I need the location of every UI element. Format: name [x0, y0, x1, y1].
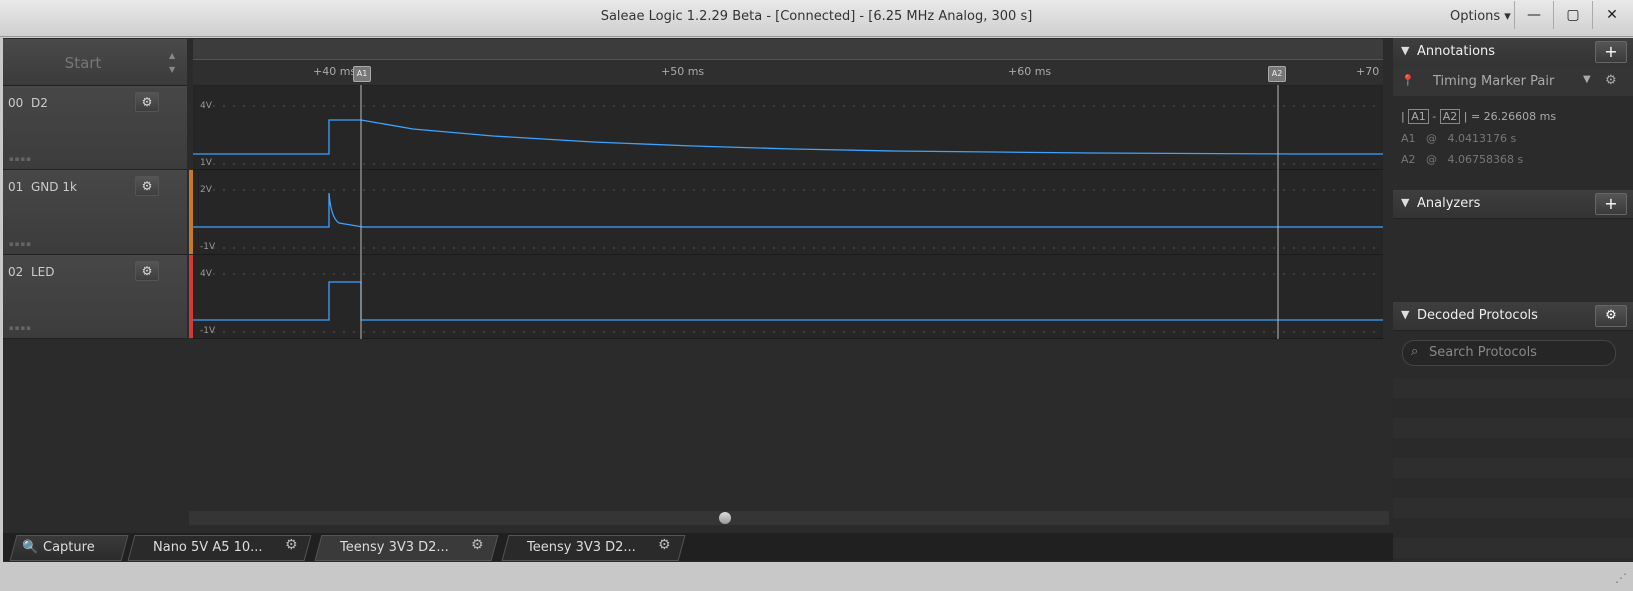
- channel-label-d2[interactable]: 00 D2 ⚙ ▪▪▪▪: [3, 86, 187, 170]
- drag-handle-icon[interactable]: ▪▪▪▪: [9, 324, 32, 332]
- tab-gear-icon[interactable]: ⚙: [285, 537, 298, 553]
- channel-label-led[interactable]: 02 LED ⚙ ▪▪▪▪: [3, 255, 187, 339]
- scroll-thumb[interactable]: [719, 512, 731, 524]
- drag-handle-icon[interactable]: ▪▪▪▪: [9, 155, 32, 163]
- resize-grip-icon[interactable]: ⋰: [1615, 571, 1627, 585]
- annotations-header[interactable]: ▼ Annotations +: [1393, 38, 1633, 67]
- ruler-tick: +50 ms: [661, 65, 705, 78]
- capture-tab-label: Capture: [42, 540, 95, 555]
- decoded-protocols-title: Decoded Protocols: [1417, 308, 1538, 323]
- decoded-protocols-header[interactable]: ▼ Decoded Protocols ⚙: [1393, 302, 1633, 331]
- trace-led: [193, 281, 1383, 321]
- window-title: Saleae Logic 1.2.29 Beta - [Connected] -…: [600, 9, 1033, 24]
- channel-settings-gear-icon[interactable]: ⚙: [135, 92, 159, 112]
- down-arrow-icon[interactable]: ▼: [169, 65, 175, 74]
- start-button[interactable]: Start ▲ ▼: [3, 39, 187, 86]
- status-bar: ⋰: [0, 565, 1633, 591]
- a2-time: 4.06758368 s: [1447, 153, 1524, 166]
- channel-label-gnd[interactable]: 01 GND 1k ⚙ ▪▪▪▪: [3, 170, 187, 255]
- channel-number: 01: [8, 180, 24, 194]
- tab-gear-icon[interactable]: ⚙: [658, 537, 671, 553]
- channel-number: 02: [8, 265, 24, 279]
- maximize-button[interactable]: ▢: [1553, 1, 1592, 29]
- bar-icon: |: [1401, 110, 1405, 123]
- tab-nano[interactable]: Nano 5V A5 10...: [127, 535, 312, 561]
- timing-marker-pair-row[interactable]: 📍 Timing Marker Pair ▼ ⚙: [1393, 66, 1633, 96]
- a2-time-row: A2 @ 4.06758368 s: [1401, 153, 1523, 166]
- options-menu[interactable]: Options ▾: [1450, 9, 1511, 24]
- minimize-button[interactable]: —: [1514, 1, 1553, 29]
- a1-label: A1: [1401, 132, 1416, 145]
- close-button[interactable]: ✕: [1592, 1, 1631, 29]
- pin-icon: 📍: [1401, 74, 1415, 87]
- marker-a2-flag[interactable]: A2: [1268, 66, 1286, 82]
- empty-channel-area: [3, 339, 1390, 511]
- timing-pair-label: Timing Marker Pair: [1433, 74, 1555, 89]
- trace-d2: [193, 119, 1383, 155]
- up-arrow-icon[interactable]: ▲: [169, 51, 175, 60]
- ruler-tick: +40 ms: [313, 65, 357, 78]
- tab-label: Teensy 3V3 D2...: [339, 540, 449, 555]
- a2-label: A2: [1401, 153, 1416, 166]
- analyzers-header[interactable]: ▼ Analyzers +: [1393, 190, 1633, 219]
- time-ruler[interactable]: +40 ms +50 ms +60 ms +70: [193, 60, 1383, 86]
- channel-settings-gear-icon[interactable]: ⚙: [135, 176, 159, 196]
- analyzers-title: Analyzers: [1417, 196, 1481, 211]
- tab-label: Nano 5V A5 10...: [152, 540, 263, 555]
- measured-delta: | = 26.26608 ms: [1463, 110, 1557, 123]
- search-protocols-input[interactable]: ⌕ Search Protocols: [1402, 340, 1616, 366]
- dash: -: [1432, 110, 1437, 123]
- measurement-row: | A1 - A2 | = 26.26608 ms: [1401, 109, 1557, 124]
- a1-time: 4.0413176 s: [1447, 132, 1517, 145]
- marker-a1-flag[interactable]: A1: [353, 66, 371, 82]
- a1-chip: A1: [1408, 109, 1429, 124]
- a1-time-row: A1 @ 4.0413176 s: [1401, 132, 1516, 145]
- tab-gear-icon[interactable]: ⚙: [471, 537, 484, 553]
- pair-settings-gear-icon[interactable]: ⚙: [1605, 73, 1617, 88]
- drag-handle-icon[interactable]: ▪▪▪▪: [9, 240, 32, 248]
- tab-label: Teensy 3V3 D2...: [526, 540, 636, 555]
- at-symbol: @: [1426, 132, 1438, 145]
- capture-tab[interactable]: 🔍 Capture: [9, 535, 129, 561]
- add-annotation-button[interactable]: +: [1595, 41, 1627, 63]
- title-bar: Saleae Logic 1.2.29 Beta - [Connected] -…: [0, 0, 1633, 37]
- a2-chip: A2: [1439, 109, 1461, 124]
- horizontal-scrollbar[interactable]: [189, 511, 1389, 525]
- collapse-triangle-icon[interactable]: ▼: [1401, 44, 1409, 57]
- tab-bar: 🔍 Capture Nano 5V A5 10... ⚙ Teensy 3V3 …: [3, 533, 1393, 561]
- start-label: Start: [64, 54, 102, 72]
- channel-settings-gear-icon[interactable]: ⚙: [135, 261, 159, 281]
- search-placeholder: Search Protocols: [1429, 345, 1537, 360]
- add-analyzer-button[interactable]: +: [1595, 193, 1627, 215]
- at-symbol: @: [1426, 153, 1438, 166]
- dropdown-arrow-icon[interactable]: ▼: [1583, 74, 1591, 85]
- ruler-tick: +70: [1356, 65, 1380, 78]
- waveform-canvas: [193, 85, 1383, 339]
- collapse-triangle-icon[interactable]: ▼: [1401, 308, 1409, 321]
- search-icon: ⌕: [1411, 344, 1419, 359]
- channel-name: LED: [31, 265, 55, 279]
- collapse-triangle-icon[interactable]: ▼: [1401, 196, 1409, 209]
- channel-number: 00: [8, 96, 24, 110]
- channel-name: GND 1k: [31, 180, 77, 194]
- ruler-tick: +60 ms: [1008, 65, 1052, 78]
- channel-name: D2: [31, 96, 48, 110]
- ruler-header: [193, 39, 1383, 60]
- annotations-title: Annotations: [1417, 44, 1496, 59]
- trace-gnd: [193, 192, 1383, 228]
- decoded-results-list: [1393, 378, 1633, 562]
- decoded-settings-gear-icon[interactable]: ⚙: [1595, 305, 1627, 327]
